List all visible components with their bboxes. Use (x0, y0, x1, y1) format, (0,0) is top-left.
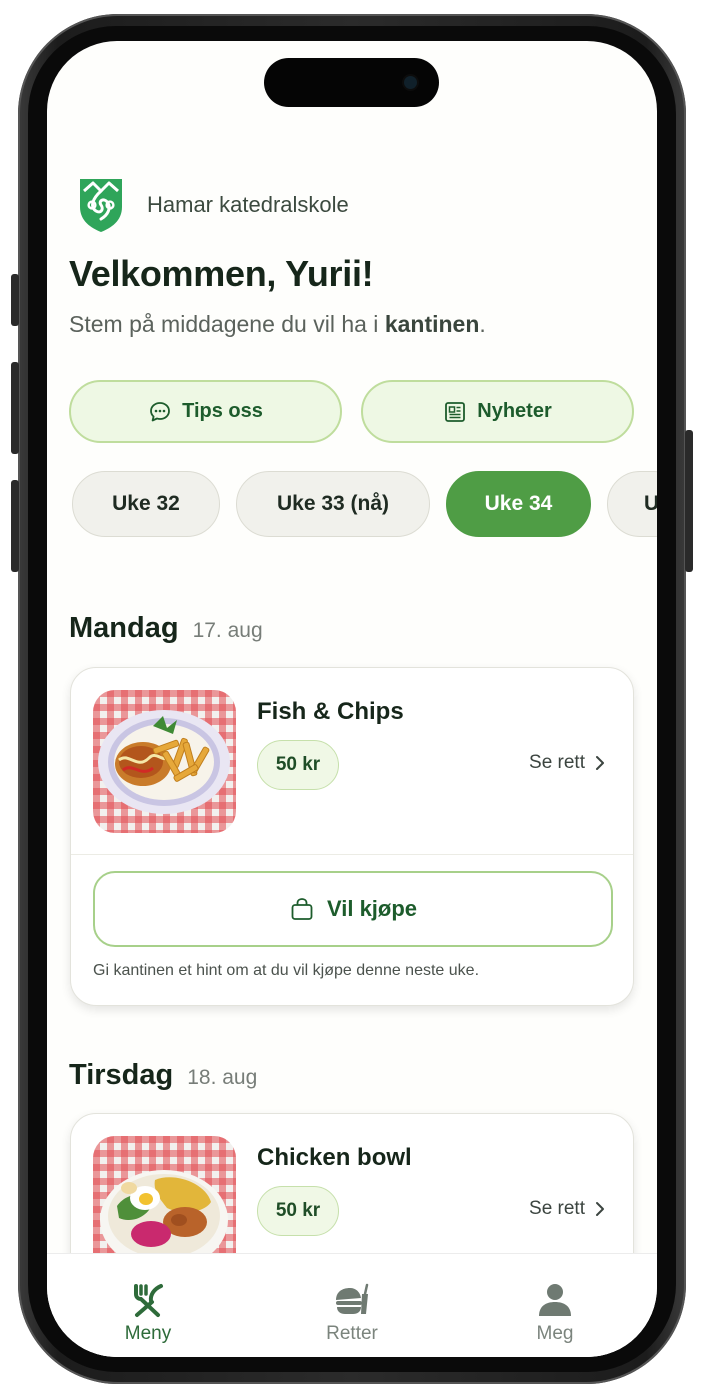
volume-up-button (11, 362, 19, 454)
newspaper-icon (445, 401, 466, 422)
action-button (11, 274, 19, 326)
day-header-tuesday: Tirsdag 18. aug (69, 1059, 257, 1092)
shopping-bag-icon (291, 898, 313, 920)
dish-image (93, 690, 236, 833)
tab-meny[interactable]: Meny (88, 1280, 208, 1345)
person-icon (539, 1284, 571, 1316)
tips-button[interactable]: Tips oss (69, 380, 342, 443)
see-dish-link[interactable]: Se rett (529, 752, 607, 774)
bottom-tab-bar: Meny Retter Meg (47, 1253, 657, 1357)
price-badge: 50 kr (257, 740, 339, 790)
price-badge: 50 kr (257, 1186, 339, 1236)
tab-meg[interactable]: Meg (495, 1280, 615, 1345)
week-chip-32[interactable]: Uke 32 (72, 471, 220, 537)
day-name: Mandag (69, 612, 179, 644)
page-title: Velkommen, Yurii! (69, 253, 374, 294)
school-name: Hamar katedralskole (147, 192, 349, 217)
day-date: 18. aug (187, 1066, 258, 1089)
subtitle-suffix: . (479, 311, 486, 337)
dish-name: Fish & Chips (257, 698, 404, 725)
school-crest-icon (80, 179, 122, 232)
chat-bubble-icon (150, 401, 171, 421)
fish-chips-plate-image (98, 710, 230, 814)
want-to-buy-button[interactable]: Vil kjøpe (93, 871, 613, 947)
news-button[interactable]: Nyheter (361, 380, 634, 443)
dish-card-monday: Fish & Chips 50 kr Se rett Vil kjøpe Gi … (70, 667, 634, 1006)
week-chip-34[interactable]: Uke 34 (446, 471, 591, 537)
tab-label: Retter (326, 1323, 378, 1344)
see-dish-label: Se rett (529, 1198, 585, 1219)
buy-hint-text: Gi kantinen et hint om at du vil kjøpe d… (93, 962, 480, 979)
chevron-right-icon (596, 1202, 604, 1216)
subtitle-bold: kantinen (384, 311, 480, 337)
page-subtitle: Stem på middagene du vil ha i kantinen. (69, 311, 486, 338)
dynamic-island (264, 58, 439, 107)
tips-button-label: Tips oss (182, 400, 263, 422)
school-header: Hamar katedralskole (78, 177, 349, 233)
volume-down-button (11, 480, 19, 572)
app-screen: Hamar katedralskole Velkommen, Yurii! St… (47, 41, 657, 1357)
dish-name: Chicken bowl (257, 1144, 412, 1171)
week-chip-35[interactable]: U (607, 471, 657, 537)
subtitle-text: Stem på middagene du vil ha i (69, 311, 385, 337)
day-name: Tirsdag (69, 1059, 174, 1091)
power-button (685, 430, 693, 572)
tab-label: Meg (536, 1323, 574, 1344)
day-date: 17. aug (192, 619, 263, 642)
news-button-label: Nyheter (477, 400, 552, 422)
tab-retter[interactable]: Retter (292, 1280, 412, 1345)
tab-label: Meny (124, 1323, 172, 1344)
week-chip-33[interactable]: Uke 33 (nå) (236, 471, 430, 537)
camera-icon (404, 76, 417, 89)
card-divider (71, 854, 633, 855)
chevron-right-icon (596, 756, 604, 770)
want-to-buy-label: Vil kjøpe (326, 896, 418, 921)
see-dish-link[interactable]: Se rett (529, 1198, 607, 1220)
day-header-monday: Mandag 17. aug (69, 612, 263, 645)
meal-icon (336, 1283, 369, 1314)
fork-knife-icon (134, 1284, 163, 1317)
see-dish-label: Se rett (529, 752, 585, 773)
